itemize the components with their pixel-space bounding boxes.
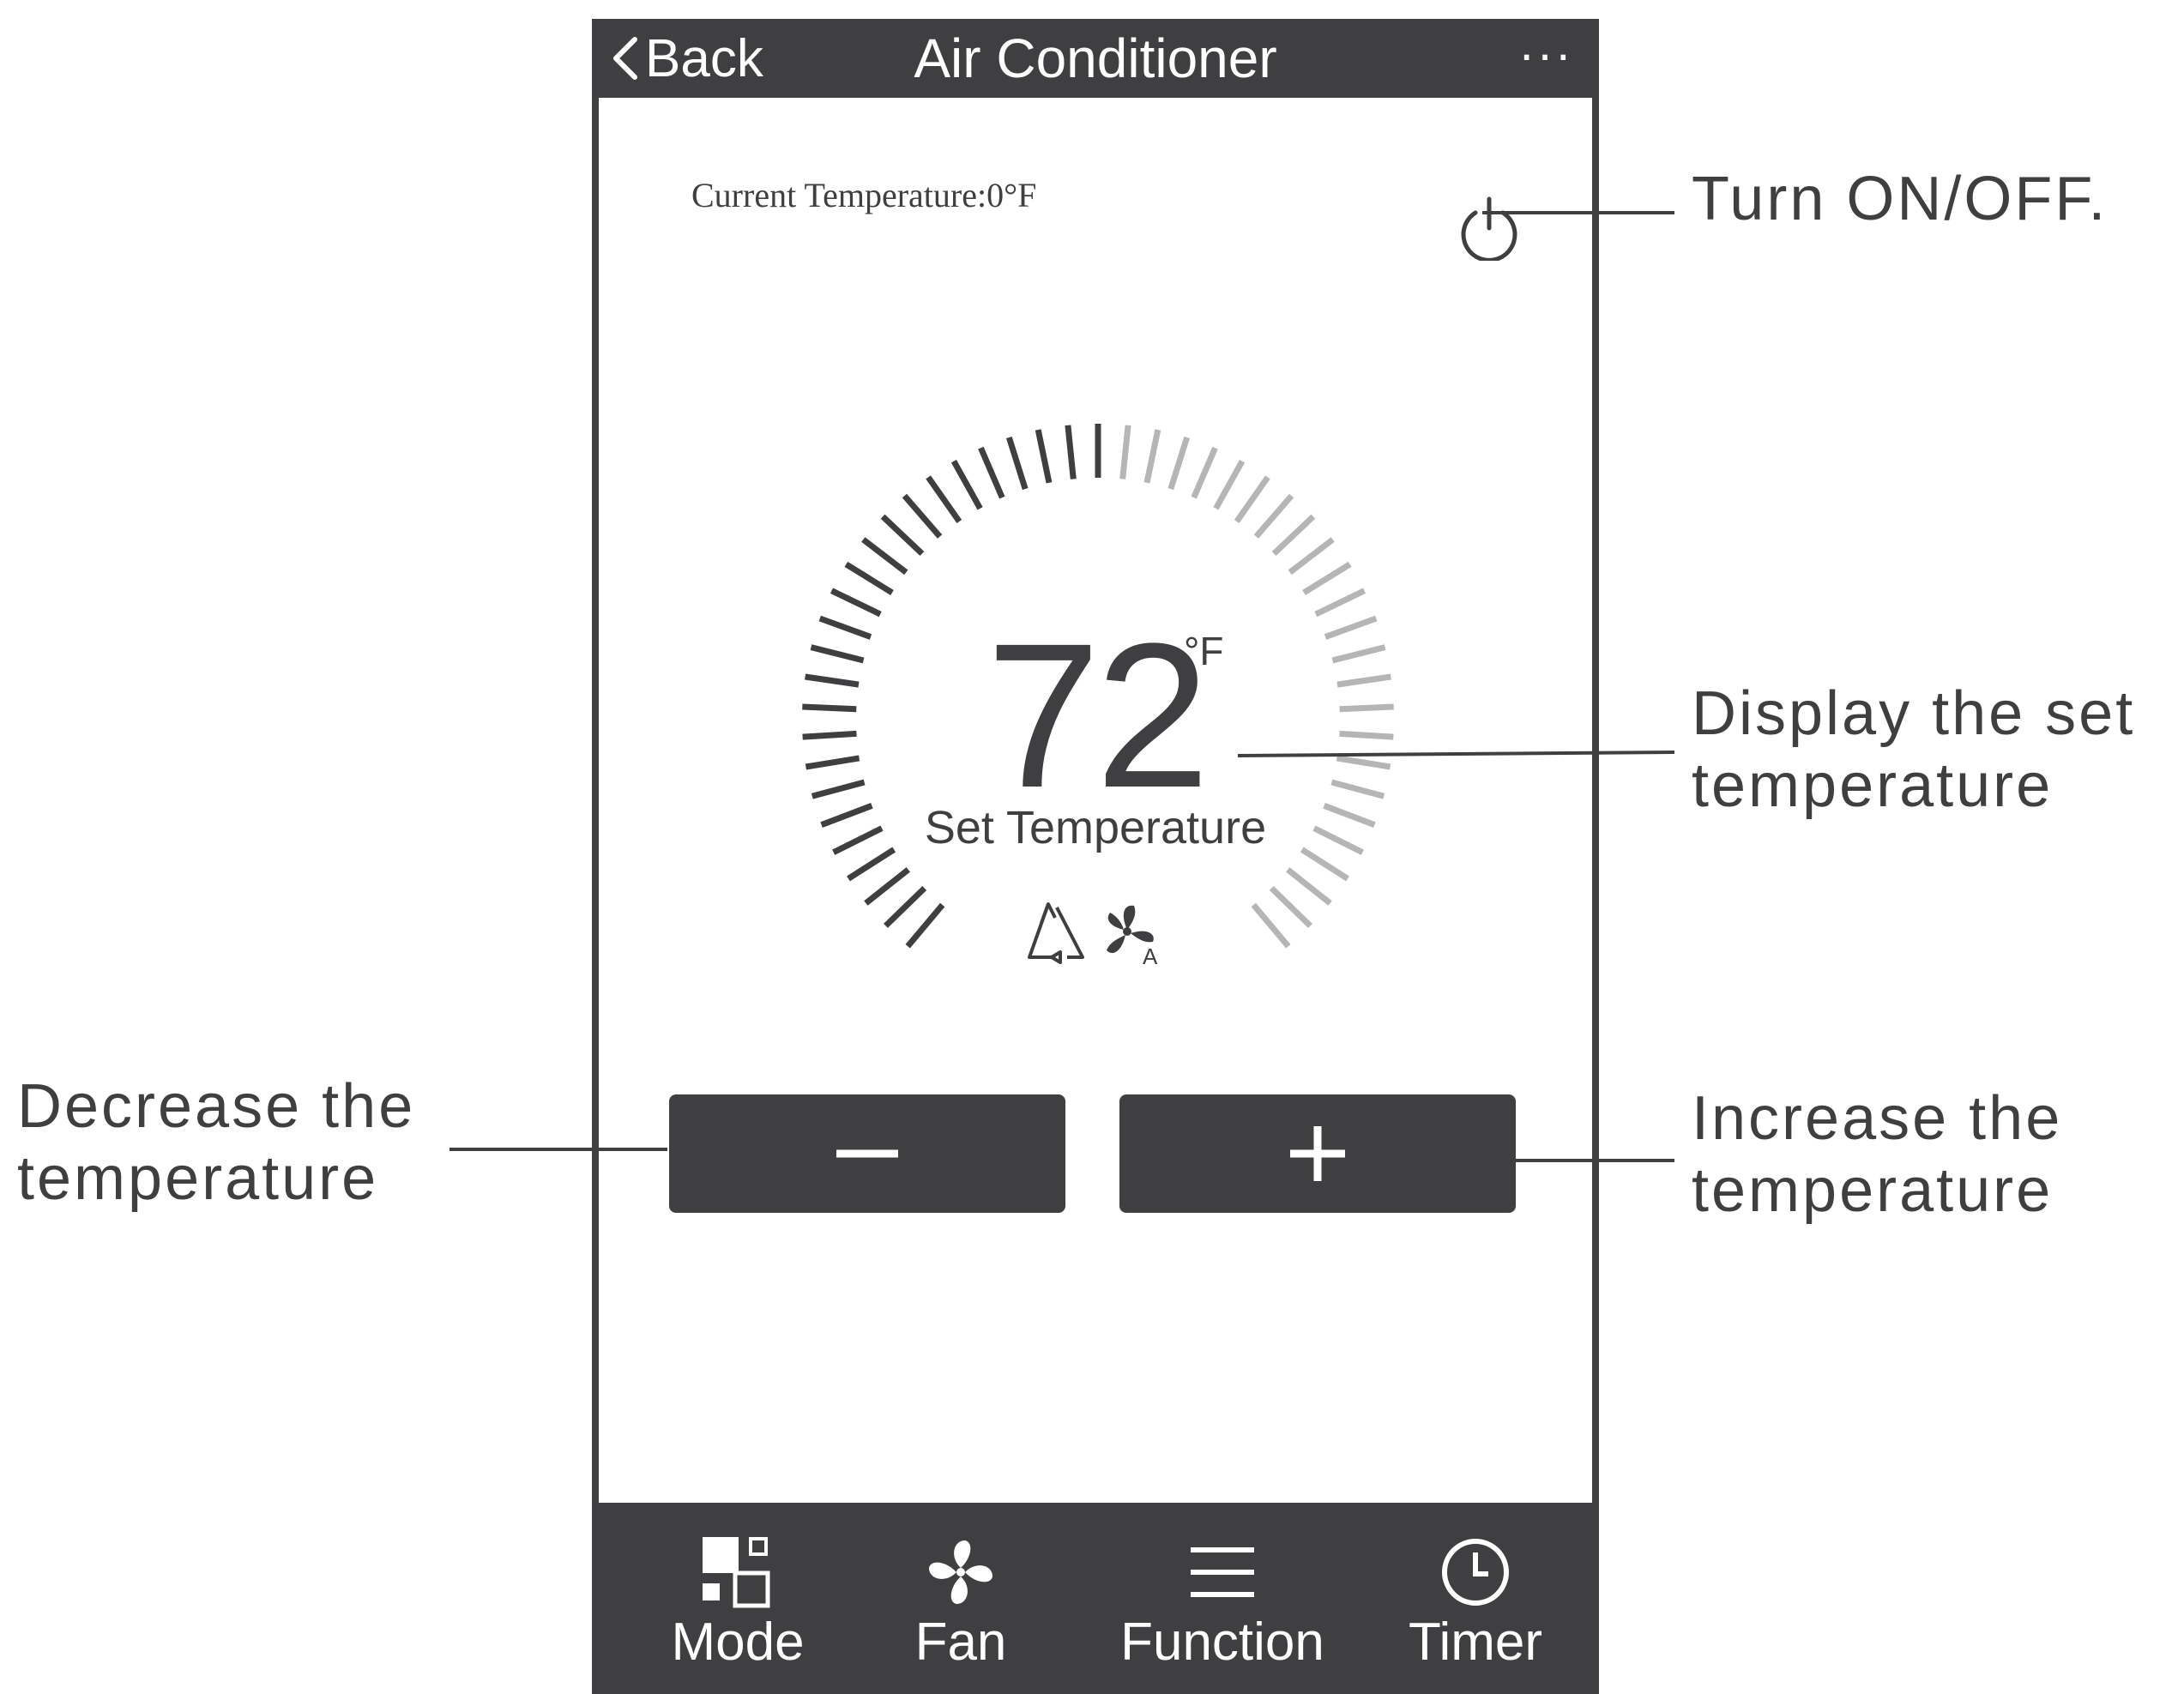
nav-mode[interactable]: Mode [652,1535,824,1694]
mode-status-icons: A [1028,902,1158,966]
dial-tick [1251,902,1291,949]
set-temperature-unit: °F [1184,629,1224,673]
phone-frame: Back Air Conditioner ··· Current Tempera… [592,19,1599,1694]
dial-tick [1065,425,1077,479]
dial-tick [1253,493,1294,539]
dial-tick [1288,537,1335,576]
callout-decrease-line2: temperature [17,1144,379,1213]
dial-tick [1191,446,1218,499]
increase-temperature-button[interactable] [1119,1094,1516,1213]
nav-timer[interactable]: Timer [1390,1535,1561,1694]
mode-icon [703,1537,770,1608]
top-bar: Back Air Conditioner ··· [592,19,1599,98]
recycle-triangle-icon [1028,902,1084,964]
callout-decrease-temperature: Decrease the temperature [17,1070,415,1215]
nav-mode-label: Mode [671,1613,805,1672]
nav-fan[interactable]: Fan [888,1535,1034,1694]
set-temperature-label: Set Temperature [924,802,1267,853]
clock-icon [1442,1539,1509,1606]
nav-timer-label: Timer [1408,1613,1543,1672]
dial-tick [902,493,943,539]
plus-icon [1290,1126,1345,1181]
callout-turn-on-off: Turn ON/OFF. [1692,163,2108,235]
dial-tick [884,885,927,928]
dial-tick [905,902,945,949]
callout-increase-temperature: Increase the temperature [1692,1082,2062,1227]
callout-increase-line2: temperature [1692,1156,2054,1225]
dial-tick [1271,514,1316,557]
set-temperature-value: 72 [986,600,1210,830]
dial-tick [1143,429,1161,484]
callout-display-set-temperature: Display the set temperature [1692,678,2135,822]
auto-badge: A [1143,943,1158,966]
dial-tick [1234,475,1270,524]
dial-tick [880,514,925,557]
bottom-navigation: Mode Fan Function Timer [592,1503,1599,1694]
dial-tick [864,867,910,906]
callout-display-line2: temperature [1692,751,2054,820]
dial-tick [1286,867,1332,906]
decrease-temperature-button[interactable] [669,1094,1065,1213]
dial-tick [1314,588,1367,618]
nav-function-label: Function [1120,1613,1324,1672]
dial-tick [1213,459,1246,510]
dial-tick [1119,425,1131,479]
auto-fan-icon: A [1107,905,1158,966]
dial-tick [844,561,894,595]
dial-tick [1302,561,1352,595]
nav-function[interactable]: Function [1107,1535,1338,1694]
current-temperature: Current Temperature:0°F [691,176,1037,214]
menu-icon [1191,1547,1254,1597]
callout-decrease-line1: Decrease the [17,1072,416,1141]
callout-power-text: Turn ON/OFF. [1692,165,2109,233]
dial-tick [1035,429,1053,484]
power-icon[interactable] [1457,192,1522,261]
callout-increase-line1: Increase the [1692,1084,2063,1153]
dial-tick [1269,885,1312,928]
fan-icon [929,1540,992,1604]
dial-tick [978,446,1005,499]
minus-icon [836,1149,898,1158]
main-screen: Current Temperature:0°F 72 °F Set Temper… [599,98,1592,1503]
dial-tick [1005,436,1029,491]
more-options-button[interactable]: ··· [1518,26,1573,83]
callout-display-line1: Display the set [1692,679,2136,748]
dial-tick [1167,436,1191,491]
dial-tick [830,588,882,618]
page-title: Air Conditioner [914,27,1277,89]
dial-tick [926,475,962,524]
nav-fan-label: Fan [914,1613,1007,1672]
dial-tick [861,537,908,576]
dial-tick [950,459,983,510]
